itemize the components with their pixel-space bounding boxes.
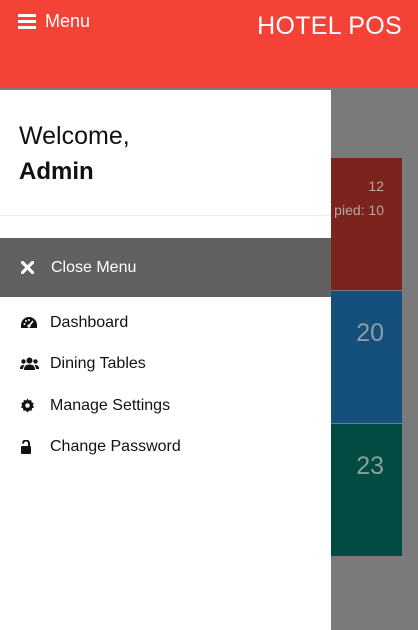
welcome-block: Welcome, Admin [19, 118, 130, 190]
nav-item-label: Change Password [50, 438, 181, 456]
app-title: HOTEL POS [257, 12, 402, 40]
tile-value: 23 [356, 452, 384, 480]
menu-toggle-button[interactable]: Menu [18, 11, 90, 32]
drawer-nav: Dashboard Dining Tables Manage Settings … [0, 302, 331, 468]
gear-icon [20, 398, 42, 413]
divider [0, 215, 331, 216]
user-name: Admin [19, 158, 94, 185]
dashboard-icon [20, 316, 42, 330]
greeting-text: Welcome, [19, 122, 130, 150]
nav-item-label: Dining Tables [50, 355, 146, 373]
hamburger-icon [18, 14, 36, 29]
close-menu-button[interactable]: Close Menu [0, 238, 331, 297]
nav-item-label: Dashboard [50, 313, 129, 331]
nav-item-dashboard[interactable]: Dashboard [0, 302, 331, 344]
app-header: Menu HOTEL POS [0, 0, 418, 88]
nav-item-label: Manage Settings [50, 396, 171, 414]
close-icon [21, 261, 43, 274]
tile-text: 12 [368, 178, 384, 194]
users-icon [20, 357, 42, 371]
nav-item-change-password[interactable]: Change Password [0, 427, 331, 469]
tile-value: 20 [356, 319, 384, 347]
close-menu-label: Close Menu [51, 258, 137, 276]
nav-item-dining-tables[interactable]: Dining Tables [0, 344, 331, 386]
side-drawer: Welcome, Admin Close Menu Dashboard Dini… [0, 90, 331, 630]
unlock-icon [20, 439, 42, 455]
nav-item-manage-settings[interactable]: Manage Settings [0, 385, 331, 427]
tile-text: pied: 10 [334, 202, 384, 218]
menu-label: Menu [45, 11, 91, 31]
